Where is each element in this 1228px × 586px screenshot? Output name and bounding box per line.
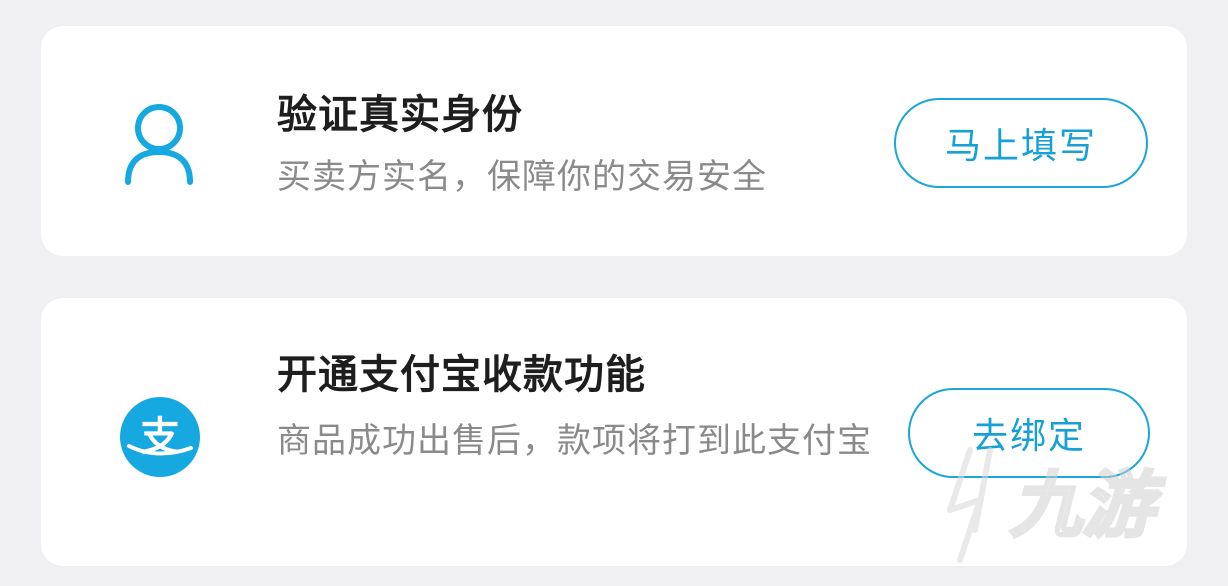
alipay-icon: 支 (120, 397, 200, 477)
verify-identity-card: 验证真实身份 买卖方实名，保障你的交易安全 马上填写 (41, 26, 1187, 256)
fill-in-now-button[interactable]: 马上填写 (894, 98, 1148, 188)
alipay-title: 开通支付宝收款功能 (277, 352, 646, 398)
watermark-text: 九游 (1010, 463, 1166, 547)
verify-identity-description: 买卖方实名，保障你的交易安全 (277, 157, 767, 197)
user-icon (125, 104, 193, 185)
verify-identity-title: 验证真实身份 (277, 92, 523, 138)
alipay-description: 商品成功出售后，款项将打到此支付宝 (277, 421, 872, 461)
watermark-logo: 九游 (947, 447, 1168, 563)
